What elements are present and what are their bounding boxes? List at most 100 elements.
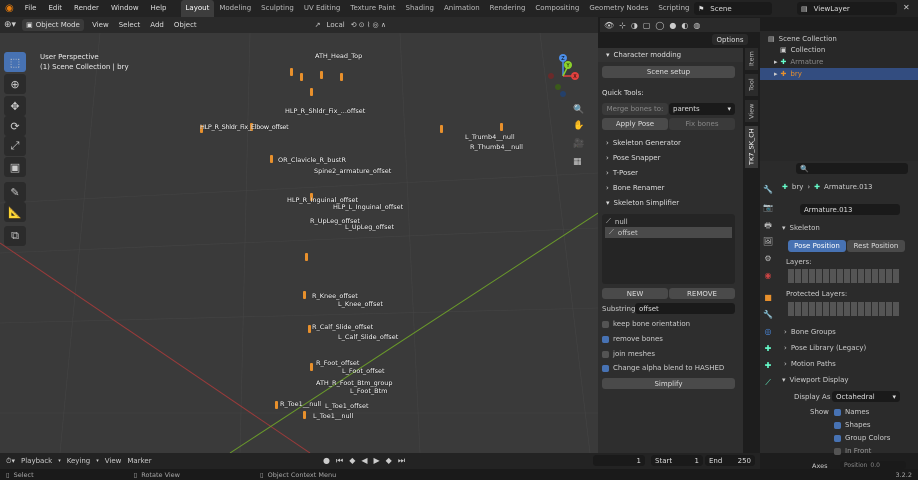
shading-wireframe-icon[interactable]: ◯ [655, 21, 664, 30]
annotate-tool-icon[interactable]: ✎ [4, 182, 26, 202]
render-properties-icon[interactable]: 📷 [762, 203, 774, 215]
viewport-menu-add[interactable]: Add [148, 17, 166, 34]
rotate-tool-icon[interactable]: ⟳ [4, 116, 26, 136]
layers-grid[interactable] [788, 269, 900, 283]
current-frame-field[interactable]: 1 [593, 455, 645, 466]
tab-layout[interactable]: Layout [180, 0, 215, 17]
substring-input[interactable]: offset [635, 303, 735, 314]
outliner-row[interactable]: ▣ Collection [760, 44, 918, 56]
show-in-front-checkbox[interactable]: In Front [834, 447, 871, 455]
timeline-editor-icon[interactable]: ⏱▾ [6, 457, 15, 466]
menu-edit[interactable]: Edit [42, 0, 68, 17]
tab-sculpting[interactable]: Sculpting [256, 0, 299, 17]
shading-rendered-icon[interactable]: ◍ [693, 21, 700, 30]
menu-window[interactable]: Window [105, 0, 145, 17]
display-as-select[interactable]: Octahedral ▾ [832, 391, 900, 402]
show-group-colors-checkbox[interactable]: Group Colors [834, 434, 890, 442]
start-frame-field[interactable]: Start 1 [651, 455, 703, 466]
armature-data-properties-icon[interactable]: ✚ [762, 361, 774, 373]
bone[interactable] [303, 411, 306, 419]
visibility-icon[interactable]: 👁 [604, 21, 614, 30]
cursor-tool-icon[interactable]: ⊕ [4, 74, 26, 94]
remove-button[interactable]: REMOVE [669, 288, 735, 299]
join-meshes-checkbox[interactable]: join meshes [602, 350, 655, 358]
select-tool-icon[interactable]: ⬚ [4, 52, 26, 72]
timeline-menu-keying[interactable]: Keying [67, 457, 91, 465]
3d-viewport[interactable]: User Perspective (1) Scene Collection | … [0, 33, 598, 453]
section-pose-snapper[interactable]: › Pose Snapper [598, 151, 743, 165]
tab-rendering[interactable]: Rendering [485, 0, 531, 17]
bone[interactable] [300, 73, 303, 81]
viewport-menu-object[interactable]: Object [172, 17, 199, 34]
menu-render[interactable]: Render [68, 0, 105, 17]
move-tool-icon[interactable]: ✥ [4, 96, 26, 116]
mode-selector[interactable]: ▣ Object Mode [22, 19, 85, 31]
tab-uv-editing[interactable]: UV Editing [299, 0, 346, 17]
gizmo-icon[interactable]: ⊹ [619, 21, 626, 30]
outliner-row[interactable]: ▸ ✚ bry [760, 68, 918, 80]
tab-animation[interactable]: Animation [439, 0, 485, 17]
bone[interactable] [320, 71, 323, 79]
view-layer-selector[interactable]: ▤ ViewLayer [797, 2, 897, 15]
outliner-row[interactable]: ▤ Scene Collection [760, 34, 918, 44]
zoom-icon[interactable]: 🔍 [573, 105, 584, 115]
panel-pose-library[interactable]: › Pose Library (Legacy) [784, 344, 866, 352]
pivot-icon[interactable]: ⟲ ⊙ ⌇ ◎ ∧ [351, 21, 386, 29]
outliner-row[interactable]: ▸ ✚ Armature [760, 56, 918, 68]
section-skeleton-simplifier[interactable]: ▾ Skeleton Simplifier [598, 196, 743, 210]
orientation-icon[interactable]: ↗ [315, 21, 321, 29]
apply-pose-button[interactable]: Apply Pose [602, 118, 668, 130]
bone[interactable] [500, 123, 503, 131]
close-view-layer-icon[interactable]: ✕ [903, 3, 910, 12]
timeline-menu-marker[interactable]: Marker [127, 457, 151, 465]
tool-properties-icon[interactable]: 🔧 [762, 185, 774, 197]
bone[interactable] [305, 253, 308, 261]
scene-properties-icon[interactable]: ⚙ [762, 254, 774, 266]
measure-tool-icon[interactable]: 📐 [4, 202, 26, 222]
physics-properties-icon[interactable]: ◎ [762, 327, 774, 339]
modifier-properties-icon[interactable]: 🔧 [762, 310, 774, 322]
play-reverse-icon[interactable]: ◀ [361, 456, 367, 466]
transform-orientation[interactable]: Local [327, 21, 345, 29]
blender-logo-icon[interactable]: ◉ [0, 3, 19, 14]
section-bone-renamer[interactable]: › Bone Renamer [598, 181, 743, 195]
tab-tool[interactable]: Tool [745, 74, 758, 96]
pan-hand-icon[interactable]: ✋ [573, 121, 584, 131]
bone[interactable] [275, 401, 278, 409]
bone[interactable] [340, 73, 343, 81]
scene-setup-button[interactable]: Scene setup [602, 66, 735, 78]
bone-properties-icon[interactable]: ⟋ [762, 378, 774, 390]
merge-bones-button[interactable]: Merge bones to: [602, 103, 668, 115]
panel-motion-paths[interactable]: › Motion Paths [784, 360, 836, 368]
skeleton-header[interactable]: ▾ Skeleton [782, 224, 820, 232]
bone[interactable] [303, 291, 306, 299]
camera-icon[interactable]: 🎥 [573, 139, 584, 149]
bone[interactable] [290, 68, 293, 76]
keep-bone-orientation-checkbox[interactable]: keep bone orientation [602, 320, 690, 328]
bone[interactable] [270, 155, 273, 163]
editor-type-icon[interactable]: ⊕▾ [4, 20, 16, 30]
object-properties-icon[interactable]: ■ [762, 293, 774, 305]
data-name-field[interactable]: Armature.013 [800, 204, 900, 215]
new-button[interactable]: NEW [602, 288, 668, 299]
timeline-menu-view[interactable]: View [105, 457, 122, 465]
play-icon[interactable]: ▶ [374, 456, 380, 466]
section-skeleton-generator[interactable]: › Skeleton Generator [598, 136, 743, 150]
tab-modeling[interactable]: Modeling [214, 0, 256, 17]
panel-bone-groups[interactable]: › Bone Groups [784, 328, 836, 336]
viewport-menu-view[interactable]: View [90, 17, 111, 34]
properties-search[interactable]: 🔍 [796, 163, 908, 174]
alpha-blend-checkbox[interactable]: Change alpha blend to HASHED [602, 364, 724, 372]
tab-scripting[interactable]: Scripting [653, 0, 694, 17]
jump-start-icon[interactable]: ⏮ [336, 456, 343, 466]
bone[interactable] [310, 88, 313, 96]
rest-position-button[interactable]: Rest Position [847, 240, 905, 252]
shading-material-icon[interactable]: ◐ [681, 21, 688, 30]
tab-item[interactable]: Item [745, 48, 758, 70]
show-names-checkbox[interactable]: Names [834, 408, 869, 416]
tab-geometry-nodes[interactable]: Geometry Nodes [584, 0, 653, 17]
record-icon[interactable]: ● [323, 456, 330, 466]
axes-position-field[interactable]: Position 0.0 [840, 461, 906, 469]
menu-file[interactable]: File [19, 0, 43, 17]
perspective-grid-icon[interactable]: ▦ [573, 157, 582, 167]
